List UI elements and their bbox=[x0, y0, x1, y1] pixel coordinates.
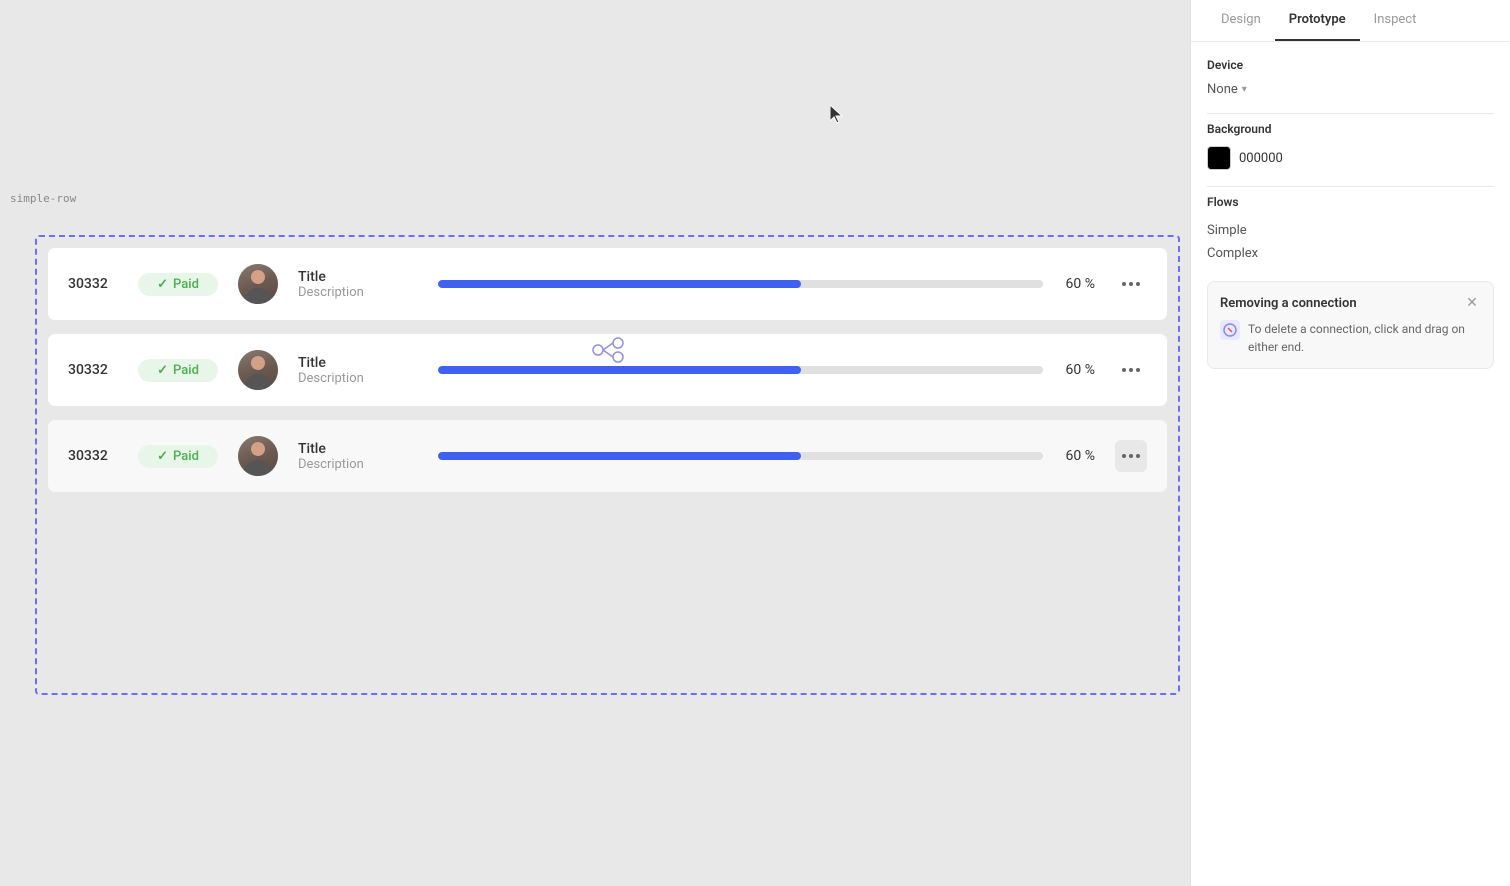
avatar bbox=[238, 436, 278, 476]
flow-item-complex[interactable]: Complex bbox=[1207, 242, 1494, 265]
removing-connection-notice: Removing a connection ✕ To delete a conn… bbox=[1207, 281, 1494, 369]
tab-inspect[interactable]: Inspect bbox=[1360, 0, 1431, 41]
check-icon: ✓ bbox=[157, 363, 168, 378]
row-description: Description bbox=[298, 285, 418, 300]
row-title: Title bbox=[298, 355, 418, 371]
more-options-button[interactable] bbox=[1115, 268, 1147, 300]
panel-content: Device None ▾ Background 000000 Flows Si… bbox=[1191, 42, 1510, 401]
progress-bar-fill bbox=[438, 280, 801, 288]
selection-container: 30332 ✓ Paid Title Description 60 % bbox=[35, 235, 1180, 695]
row-title: Title bbox=[298, 269, 418, 285]
background-row: 000000 bbox=[1207, 146, 1494, 170]
device-label: Device bbox=[1207, 58, 1494, 72]
canvas-area: simple-row 30332 ✓ Paid Title Descriptio… bbox=[0, 0, 1190, 886]
progress-label: 60 % bbox=[1055, 276, 1095, 292]
progress-bar-background bbox=[438, 452, 1043, 460]
row-title: Title bbox=[298, 441, 418, 457]
more-options-button[interactable] bbox=[1115, 440, 1147, 472]
title-group: Title Description bbox=[298, 355, 418, 386]
progress-bar-background bbox=[438, 366, 1043, 374]
progress-bar-background bbox=[438, 280, 1043, 288]
divider bbox=[1207, 113, 1494, 114]
background-hex: 000000 bbox=[1239, 151, 1283, 166]
removing-connection-text: To delete a connection, click and drag o… bbox=[1248, 320, 1481, 356]
background-section: Background 000000 bbox=[1207, 122, 1494, 170]
progress-label: 60 % bbox=[1055, 448, 1095, 464]
progress-label: 60 % bbox=[1055, 362, 1095, 378]
tab-design[interactable]: Design bbox=[1207, 0, 1275, 41]
ellipsis-icon bbox=[1122, 454, 1140, 458]
flows-section: Flows Simple Complex bbox=[1207, 195, 1494, 265]
ellipsis-icon bbox=[1122, 368, 1140, 372]
title-group: Title Description bbox=[298, 441, 418, 472]
chevron-down-icon: ▾ bbox=[1242, 84, 1247, 95]
flows-label: Flows bbox=[1207, 195, 1494, 209]
row-id: 30332 bbox=[68, 362, 118, 378]
ellipsis-icon bbox=[1122, 282, 1140, 286]
background-label: Background bbox=[1207, 122, 1494, 136]
check-icon: ✓ bbox=[157, 449, 168, 464]
device-select[interactable]: None ▾ bbox=[1207, 82, 1247, 97]
table-row[interactable]: 30332 ✓ Paid Title Description 60 % bbox=[47, 247, 1168, 321]
flow-item-simple[interactable]: Simple bbox=[1207, 219, 1494, 242]
device-value: None bbox=[1207, 82, 1238, 97]
simple-row-label: simple-row bbox=[10, 192, 76, 205]
panel-tabs: Design Prototype Inspect bbox=[1191, 0, 1510, 42]
table-row[interactable]: 30332 ✓ Paid Title Description 60 % bbox=[47, 419, 1168, 493]
title-group: Title Description bbox=[298, 269, 418, 300]
rows-wrapper: 30332 ✓ Paid Title Description 60 % bbox=[47, 247, 1168, 505]
status-badge: ✓ Paid bbox=[138, 273, 218, 296]
right-panel: Design Prototype Inspect Device None ▾ B… bbox=[1190, 0, 1510, 886]
progress-area: 60 % bbox=[438, 362, 1095, 378]
background-color-swatch[interactable] bbox=[1207, 146, 1231, 170]
divider bbox=[1207, 186, 1494, 187]
removing-connection-title: Removing a connection bbox=[1220, 296, 1357, 311]
progress-area: 60 % bbox=[438, 276, 1095, 292]
status-badge: ✓ Paid bbox=[138, 445, 218, 468]
connection-info-icon bbox=[1220, 320, 1240, 340]
row-id: 30332 bbox=[68, 448, 118, 464]
row-id: 30332 bbox=[68, 276, 118, 292]
row-description: Description bbox=[298, 457, 418, 472]
status-badge: ✓ Paid bbox=[138, 359, 218, 382]
progress-area: 60 % bbox=[438, 448, 1095, 464]
removing-connection-header: Removing a connection ✕ bbox=[1220, 294, 1481, 312]
connection-icon bbox=[590, 335, 626, 369]
avatar bbox=[238, 264, 278, 304]
avatar bbox=[238, 350, 278, 390]
close-button[interactable]: ✕ bbox=[1463, 294, 1481, 312]
device-row: None ▾ bbox=[1207, 82, 1494, 97]
removing-connection-body: To delete a connection, click and drag o… bbox=[1220, 320, 1481, 356]
tab-prototype[interactable]: Prototype bbox=[1275, 0, 1360, 41]
device-section: Device None ▾ bbox=[1207, 58, 1494, 97]
more-options-button[interactable] bbox=[1115, 354, 1147, 386]
check-icon: ✓ bbox=[157, 277, 168, 292]
row-description: Description bbox=[298, 371, 418, 386]
progress-bar-fill bbox=[438, 452, 801, 460]
